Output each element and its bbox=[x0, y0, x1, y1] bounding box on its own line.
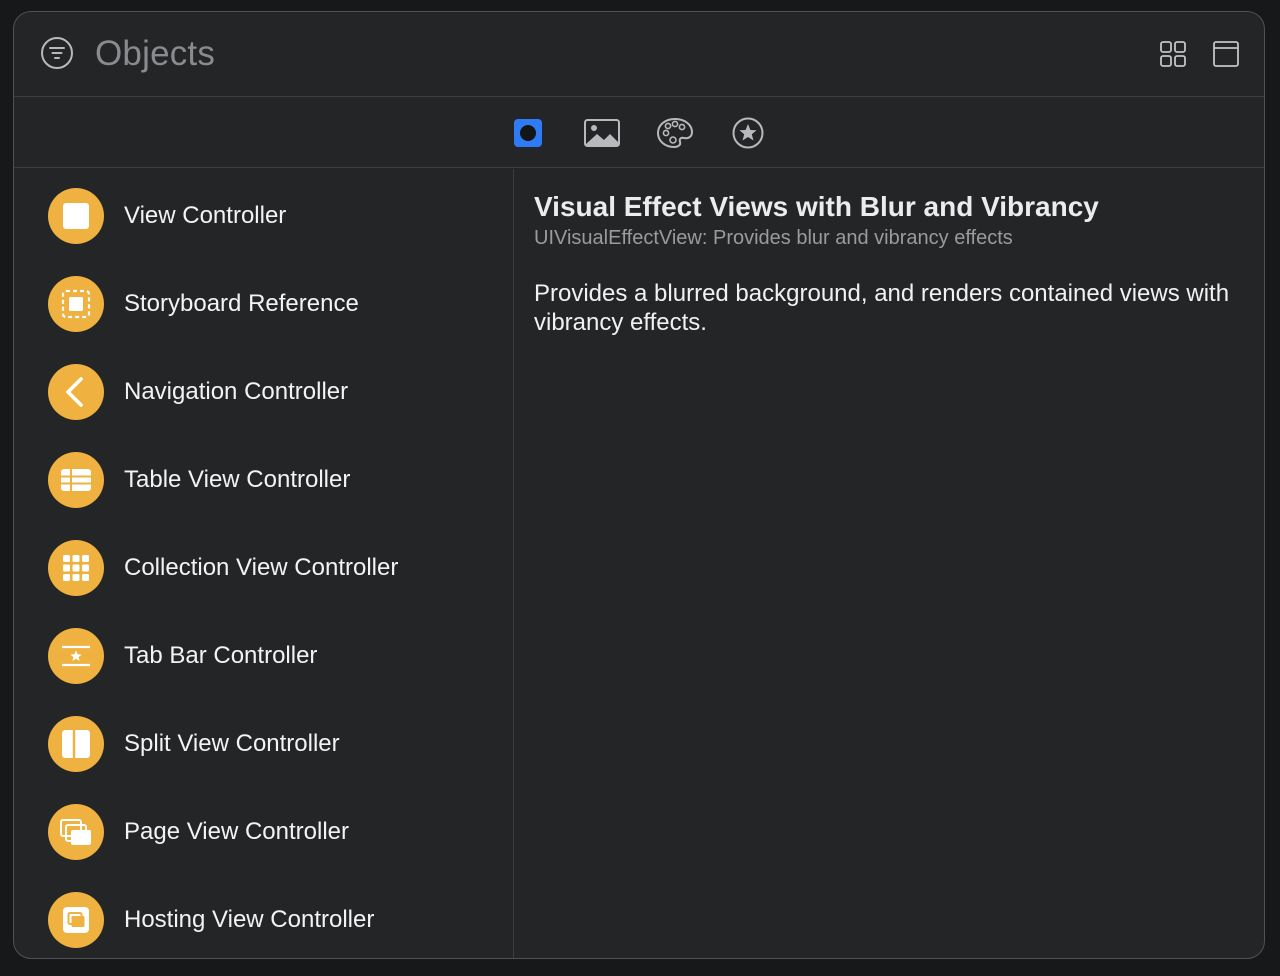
palette-icon bbox=[656, 117, 694, 149]
detail-description: Provides a blurred background, and rende… bbox=[534, 280, 1230, 336]
list-item-label: Split View Controller bbox=[124, 730, 340, 757]
list-item-label: Page View Controller bbox=[124, 818, 350, 845]
object-list: View Controller Storyboard Reference Nav… bbox=[14, 169, 514, 958]
collection-grid-icon bbox=[48, 540, 104, 596]
list-item-tab-bar-controller[interactable]: Tab Bar Controller bbox=[14, 612, 514, 700]
list-item-label: Collection View Controller bbox=[124, 554, 399, 581]
storyboard-reference-icon bbox=[48, 276, 104, 332]
list-item-label: Storyboard Reference bbox=[124, 290, 359, 317]
list-item-label: Table View Controller bbox=[124, 466, 351, 493]
view-controller-icon bbox=[48, 188, 104, 244]
detail-subtitle: UIVisualEffectView: Provides blur and vi… bbox=[534, 227, 1013, 249]
tab-colors[interactable] bbox=[655, 114, 695, 152]
tab-objects[interactable] bbox=[508, 114, 548, 152]
list-item-collection-view-controller[interactable]: Collection View Controller bbox=[14, 524, 514, 612]
list-item-label: Hosting View Controller bbox=[124, 906, 375, 933]
hosting-view-icon bbox=[48, 892, 104, 948]
object-library-panel: Objects View Controller Storyboard Refer… bbox=[13, 11, 1265, 959]
page-view-icon bbox=[48, 804, 104, 860]
list-item-label: View Controller bbox=[124, 202, 287, 229]
window-icon bbox=[1213, 41, 1239, 67]
star-circle-icon bbox=[732, 117, 764, 149]
library-header: Objects bbox=[14, 12, 1264, 97]
detail-view-button[interactable] bbox=[1210, 38, 1242, 70]
list-item-view-controller[interactable]: View Controller bbox=[14, 172, 514, 260]
tab-media[interactable] bbox=[582, 114, 622, 152]
tab-symbols[interactable] bbox=[728, 114, 768, 152]
list-item-navigation-controller[interactable]: Navigation Controller bbox=[14, 348, 514, 436]
list-item-table-view-controller[interactable]: Table View Controller bbox=[14, 436, 514, 524]
objects-icon bbox=[514, 119, 542, 147]
list-item-storyboard-reference[interactable]: Storyboard Reference bbox=[14, 260, 514, 348]
table-icon bbox=[48, 452, 104, 508]
chevron-left-icon bbox=[48, 364, 104, 420]
filter-button[interactable] bbox=[40, 36, 74, 70]
split-view-icon bbox=[48, 716, 104, 772]
library-title: Objects bbox=[95, 34, 216, 73]
list-item-page-view-controller[interactable]: Page View Controller bbox=[14, 788, 514, 876]
list-item-split-view-controller[interactable]: Split View Controller bbox=[14, 700, 514, 788]
list-item-label: Tab Bar Controller bbox=[124, 642, 318, 669]
filter-icon bbox=[41, 37, 73, 69]
list-item-label: Navigation Controller bbox=[124, 378, 349, 405]
list-item-hosting-view-controller[interactable]: Hosting View Controller bbox=[14, 876, 514, 958]
grid-view-button[interactable] bbox=[1157, 38, 1189, 70]
tab-bar-icon bbox=[48, 628, 104, 684]
detail-pane: Visual Effect Views with Blur and Vibran… bbox=[534, 169, 1254, 958]
grid-view-icon bbox=[1160, 41, 1186, 67]
library-tab-bar bbox=[14, 98, 1264, 168]
detail-title: Visual Effect Views with Blur and Vibran… bbox=[534, 191, 1099, 222]
image-icon bbox=[584, 119, 620, 147]
